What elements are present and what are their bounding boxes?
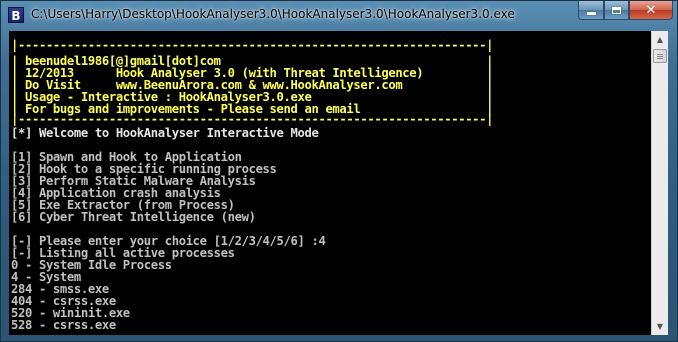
thumb-grip xyxy=(657,58,663,59)
console-app-icon[interactable]: B xyxy=(8,7,24,23)
close-icon: ✕ xyxy=(645,2,657,18)
thumb-grip xyxy=(657,54,663,55)
scroll-down-button[interactable]: ▼ xyxy=(652,318,668,335)
arrow-up-icon: ▲ xyxy=(656,35,664,44)
welcome-line: [*] Welcome to HookAnalyser Interactive … xyxy=(11,126,319,140)
arrow-down-icon: ▼ xyxy=(656,322,664,331)
banner-border-top: |---------------------------------------… xyxy=(11,38,494,52)
caption-buttons: ✕ xyxy=(578,1,673,21)
minimize-button[interactable] xyxy=(578,1,604,20)
thumb-grip xyxy=(657,56,663,57)
scroll-thumb[interactable] xyxy=(653,49,667,63)
console-output[interactable]: |---------------------------------------… xyxy=(9,31,651,335)
scroll-up-button[interactable]: ▲ xyxy=(652,31,668,48)
close-button[interactable]: ✕ xyxy=(629,1,673,20)
title-bar[interactable]: B C:\Users\Harry\Desktop\HookAnalyser3.0… xyxy=(1,1,678,31)
banner-border-bottom: |---------------------------------------… xyxy=(11,112,494,126)
window-title: C:\Users\Harry\Desktop\HookAnalyser3.0\H… xyxy=(31,7,515,21)
process-row: 528 - csrss.exe xyxy=(11,318,116,332)
menu-option-6: [6] Cyber Threat Intelligence (new) xyxy=(11,210,256,224)
minimize-icon xyxy=(586,11,596,15)
maximize-button[interactable] xyxy=(604,1,629,20)
vertical-scrollbar[interactable]: ▲ ▼ xyxy=(651,31,668,335)
maximize-icon xyxy=(612,6,621,14)
console-window: B C:\Users\Harry\Desktop\HookAnalyser3.0… xyxy=(0,0,678,342)
